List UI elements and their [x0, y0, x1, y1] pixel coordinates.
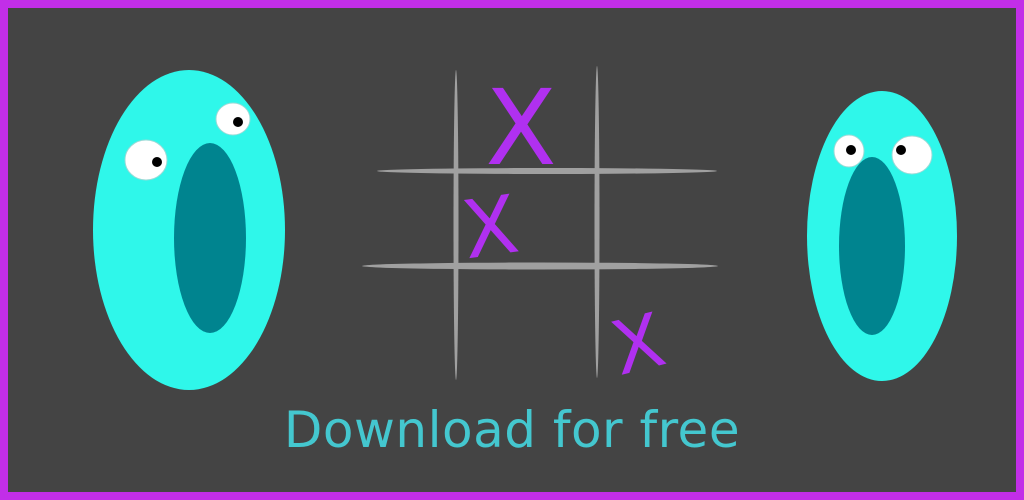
x-mark-top-middle[interactable]: X	[485, 67, 556, 189]
x-mark-bottom-right[interactable]: X	[603, 297, 673, 393]
eye-icon	[124, 139, 168, 181]
eye-icon	[833, 134, 865, 168]
x-mark-middle-left[interactable]: X	[457, 178, 524, 278]
o-character-right	[807, 91, 957, 381]
grid-line-vertical-right	[594, 66, 600, 378]
o-mouth	[839, 157, 905, 335]
grid-line-horizontal-bottom	[362, 262, 718, 270]
eye-icon	[215, 102, 251, 136]
eye-icon	[891, 135, 933, 175]
download-cta[interactable]: Download for free	[0, 398, 1024, 462]
o-mouth	[174, 143, 246, 333]
grid-line-vertical-left	[453, 70, 459, 380]
o-character-left	[93, 70, 285, 390]
